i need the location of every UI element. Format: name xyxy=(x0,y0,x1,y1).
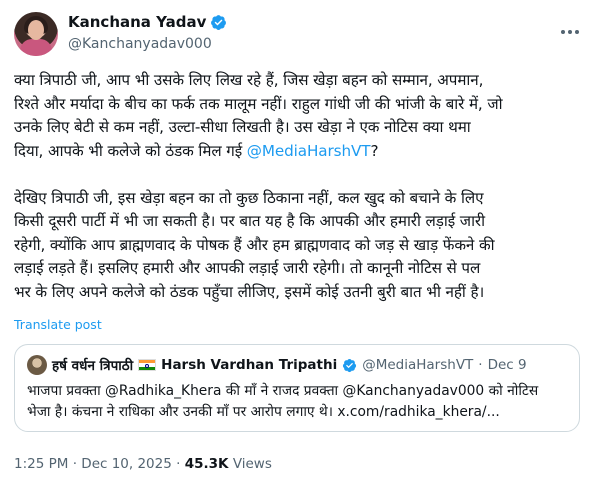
more-options-icon[interactable] xyxy=(558,22,582,42)
tweet-paragraph-1-end: ? xyxy=(370,141,379,160)
quoted-tweet-header: हर्ष वर्धन त्रिपाठी Harsh Vardhan Tripat… xyxy=(27,355,527,375)
verified-badge-icon xyxy=(343,358,357,372)
separator-dot: · xyxy=(478,357,483,373)
quoted-tweet[interactable]: हर्ष वर्धन त्रिपाठी Harsh Vardhan Tripat… xyxy=(14,344,580,432)
tweet-time[interactable]: 1:25 PM xyxy=(14,456,68,472)
verified-badge-icon xyxy=(211,14,227,30)
quoted-author-name-hindi: हर्ष वर्धन त्रिपाठी xyxy=(52,358,134,374)
mention-link[interactable]: @MediaHarshVT xyxy=(247,142,371,160)
tweet-body: क्या त्रिपाठी जी, आप भी उसके लिए लिख रहे… xyxy=(14,69,584,304)
tweet-header: Kanchana Yadav @Kanchanyadav000 xyxy=(14,12,584,60)
author-name-row[interactable]: Kanchana Yadav xyxy=(68,13,227,31)
author-handle[interactable]: @Kanchanyadav000 xyxy=(68,36,212,52)
tweet-footer: 1:25 PM · Dec 10, 2025 · 45.3K Views xyxy=(14,456,272,472)
tweet-date[interactable]: Dec 10, 2025 xyxy=(81,456,172,472)
separator-dot: · xyxy=(176,456,185,472)
separator-dot: · xyxy=(72,456,82,472)
author-name[interactable]: Kanchana Yadav xyxy=(68,13,206,31)
quoted-tweet-date: Dec 9 xyxy=(487,357,527,373)
quoted-tweet-text: भाजपा प्रवक्ता @Radhika_Khera की माँ ने … xyxy=(27,383,539,420)
author-avatar[interactable] xyxy=(14,12,58,56)
views-label: Views xyxy=(232,456,272,472)
translate-post-link[interactable]: Translate post xyxy=(14,317,102,332)
tweet-paragraph-2: देखिए त्रिपाठी जी, इस खेड़ा बहन का तो कु… xyxy=(14,188,495,301)
quoted-author-handle: @MediaHarshVT xyxy=(362,357,474,373)
india-flag-icon xyxy=(138,359,157,371)
view-count: 45.3K xyxy=(184,456,229,472)
quoted-author-avatar xyxy=(27,355,47,375)
quoted-author-name-english: Harsh Vardhan Tripathi xyxy=(161,357,338,373)
